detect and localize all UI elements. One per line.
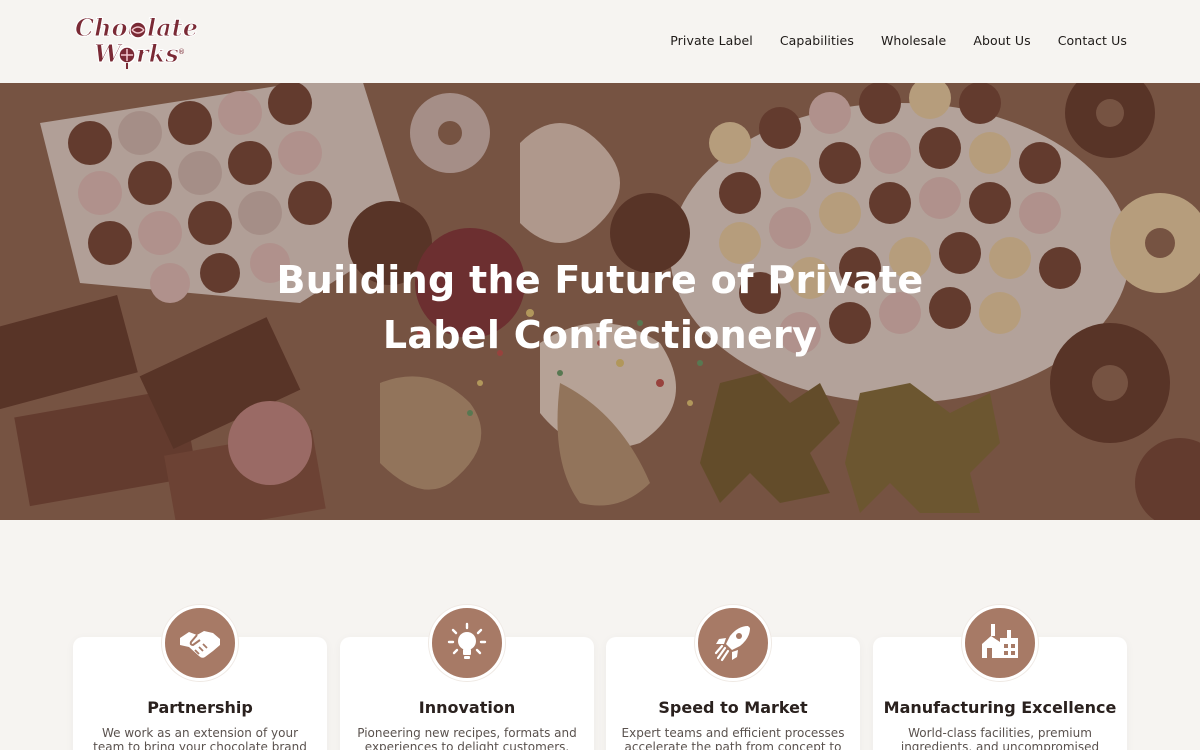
nav-capabilities[interactable]: Capabilities (780, 33, 854, 48)
site-header: Choc late W rks ® Private Label Capabili… (0, 0, 1200, 83)
hero-title: Building the Future of Private Label Con… (0, 253, 1200, 363)
feature-badge (162, 605, 238, 681)
main-nav: Private Label Capabilities Wholesale Abo… (643, 33, 1127, 48)
factory-icon (982, 624, 1018, 658)
feature-description: World-class facilities, premium ingredie… (900, 726, 1100, 750)
rocket-icon (714, 626, 750, 662)
hero-title-line-1: Building the Future of Private (276, 258, 924, 302)
lightbulb-icon (447, 622, 487, 659)
feature-description: Expert teams and efficient processes acc… (621, 726, 845, 750)
feature-title: Manufacturing Excellence (883, 698, 1117, 717)
nav-private-label[interactable]: Private Label (670, 33, 753, 48)
feature-description: We work as an extension of your team to … (93, 726, 307, 750)
svg-text:®: ® (178, 48, 185, 56)
chocolate-works-logo[interactable]: Choc late W rks ® (72, 10, 202, 70)
feature-title: Partnership (147, 698, 253, 717)
feature-badge (962, 605, 1038, 681)
feature-badge (695, 605, 771, 681)
nav-about-us[interactable]: About Us (973, 33, 1030, 48)
feature-description: Pioneering new recipes, formats and expe… (357, 726, 577, 750)
svg-text:rks: rks (136, 39, 179, 68)
feature-title: Innovation (418, 698, 516, 717)
hero-title-line-2: Label Confectionery (382, 313, 818, 357)
features-section: Partnership We work as an extension of y… (73, 605, 1127, 750)
nav-contact-us[interactable]: Contact Us (1058, 33, 1127, 48)
feature-badge (429, 605, 505, 681)
nav-wholesale[interactable]: Wholesale (881, 33, 946, 48)
handshake-icon (180, 631, 220, 658)
feature-title: Speed to Market (658, 698, 808, 717)
hero-banner: Building the Future of Private Label Con… (0, 83, 1200, 520)
svg-text:late: late (147, 13, 198, 42)
